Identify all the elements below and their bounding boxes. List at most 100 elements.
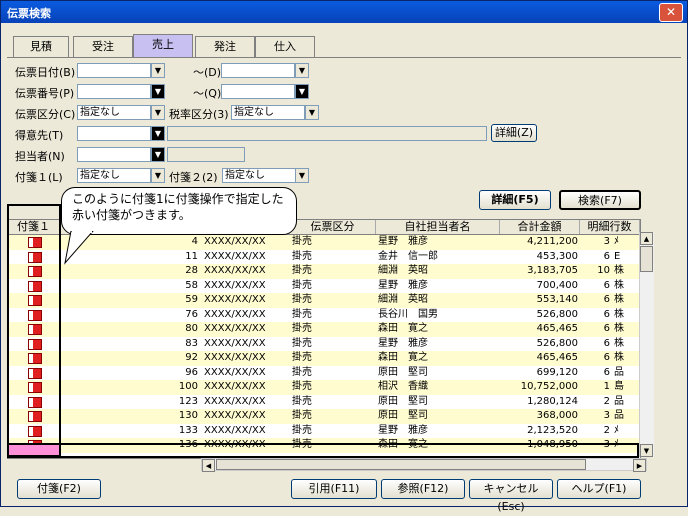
number-to-dropdown[interactable]: ▼ [295, 84, 309, 99]
row-staff: 原田 堅司 [378, 395, 428, 407]
header-tag1[interactable]: 付箋１ [8, 220, 60, 234]
search-f7-button[interactable]: 検索(F7) [559, 190, 641, 210]
close-button[interactable]: ✕ [659, 3, 683, 22]
table-row[interactable]: 59 XXXX/XX/XX 掛売 細淵 英昭 553,140 6 株 [8, 293, 640, 308]
staff-code-input[interactable] [77, 147, 151, 162]
row-staff: 森田 寛之 [378, 323, 428, 334]
date-to-input[interactable] [221, 63, 295, 78]
red-tag-icon[interactable] [28, 237, 42, 248]
detail-f5-button[interactable]: 詳細(F5) [479, 190, 551, 210]
row-extra: 株 [614, 308, 624, 320]
table-row[interactable]: 123 XXXX/XX/XX 掛売 原田 堅司 1,280,124 2 品 [8, 395, 640, 410]
tax-dropdown[interactable]: ▼ [305, 105, 319, 120]
scroll-left-arrow[interactable]: ◀ [202, 459, 215, 472]
horizontal-scrollbar[interactable]: ◀ ▶ [201, 458, 647, 472]
tab-order[interactable]: 受注 [73, 36, 133, 57]
number-to-input[interactable] [221, 84, 295, 99]
tag1-select[interactable]: 指定なし [77, 168, 151, 183]
row-lines: 6 [603, 337, 610, 349]
number-from-input[interactable] [77, 84, 151, 99]
tag2-label: 付箋２(2) [169, 171, 218, 184]
row-amount: 3,183,705 [527, 265, 578, 276]
tab-purchase-order[interactable]: 発注 [195, 36, 255, 57]
vertical-scrollbar[interactable]: ▲ ▼ [639, 232, 654, 457]
header-kind[interactable]: 伝票区分 [290, 220, 376, 234]
customer-dropdown[interactable]: ▼ [151, 126, 165, 141]
number-from-dropdown[interactable]: ▼ [151, 84, 165, 99]
kind-label: 伝票区分(C) [15, 108, 76, 121]
row-staff: 長谷川 国男 [378, 308, 438, 320]
scroll-up-arrow[interactable]: ▲ [640, 232, 653, 245]
results-grid[interactable]: 付箋１ 伝票区分 自社担当者名 合計金額 明細行数 4 XXXX/XX/XX 掛売星… [7, 219, 641, 459]
table-row[interactable]: 28 XXXX/XX/XX 掛売 細淵 英昭 3,183,705 10 株 [8, 264, 640, 279]
reference-f12-button[interactable]: 参照(F12) [381, 479, 465, 499]
red-tag-icon[interactable] [28, 382, 42, 393]
table-row[interactable]: 83 XXXX/XX/XX 掛売 星野 雅彦 526,800 6 株 [8, 337, 640, 352]
header-amount[interactable]: 合計金額 [500, 220, 580, 234]
red-tag-icon[interactable] [28, 338, 42, 350]
table-row[interactable]: 92 XXXX/XX/XX 掛売 森田 寛之 465,465 6 株 [8, 351, 640, 366]
row-date: XXXX/XX/XX [204, 366, 266, 378]
scroll-right-arrow[interactable]: ▶ [633, 459, 646, 472]
row-staff: 森田 寛之 [378, 352, 428, 363]
table-row[interactable]: 130 XXXX/XX/XX 掛売 原田 堅司 368,000 3 品 [8, 409, 640, 424]
red-tag-icon[interactable] [28, 411, 42, 422]
red-tag-icon[interactable] [28, 309, 42, 321]
table-row[interactable]: 58 XXXX/XX/XX 掛売 星野 雅彦 700,400 6 株 [8, 279, 640, 294]
table-row[interactable]: 80 XXXX/XX/XX 掛売 森田 寛之 465,465 6 株 [8, 322, 640, 337]
red-tag-icon[interactable] [28, 367, 42, 379]
row-kind: 掛売 [292, 294, 312, 305]
help-f1-button[interactable]: ヘルプ(F1) [557, 479, 641, 499]
row-number: 58 [185, 279, 198, 291]
vertical-scroll-thumb[interactable] [640, 246, 653, 272]
red-tag-icon[interactable] [28, 353, 42, 364]
selected-tag-cell [9, 444, 61, 457]
customer-name-field [167, 126, 487, 141]
tag2-dropdown[interactable]: ▼ [295, 168, 309, 183]
date-from-input[interactable] [77, 63, 151, 78]
row-date: XXXX/XX/XX [204, 279, 266, 291]
row-kind: 掛売 [292, 279, 312, 291]
tab-sales[interactable]: 売上 [133, 34, 193, 57]
row-number: 136 [178, 439, 198, 450]
tab-estimate[interactable]: 見積 [13, 36, 69, 57]
red-tag-icon[interactable] [28, 251, 42, 263]
red-tag-icon[interactable] [28, 396, 42, 408]
row-staff: 細淵 英昭 [378, 265, 428, 276]
red-tag-icon[interactable] [28, 280, 42, 292]
table-row[interactable]: 4 XXXX/XX/XX 掛売 星野 雅彦 4,211,200 3 ﾒ [8, 235, 640, 250]
table-row[interactable]: 76 XXXX/XX/XX 掛売 長谷川 国男 526,800 6 株 [8, 308, 640, 323]
table-row[interactable]: 11 XXXX/XX/XX 掛売 金井 信一郎 453,300 6 E [8, 250, 640, 265]
tab-divider [7, 57, 681, 58]
date-to-dropdown[interactable]: ▼ [295, 63, 309, 78]
red-tag-icon[interactable] [28, 295, 42, 306]
staff-dropdown[interactable]: ▼ [151, 147, 165, 162]
tag1-dropdown[interactable]: ▼ [151, 168, 165, 183]
table-row[interactable]: 133 XXXX/XX/XX 掛売 星野 雅彦 2,123,520 2 ﾒ [8, 424, 640, 439]
kind-select[interactable]: 指定なし [77, 105, 151, 120]
table-row[interactable]: 100 XXXX/XX/XX 掛売 相沢 香織 10,752,000 1 島 [8, 380, 640, 395]
customer-detail-button[interactable]: 詳細(Z) [491, 124, 537, 142]
customer-code-input[interactable] [77, 126, 151, 141]
horizontal-scroll-thumb[interactable] [216, 459, 586, 470]
red-tag-icon[interactable] [28, 266, 42, 277]
scroll-down-arrow[interactable]: ▼ [640, 444, 653, 457]
tag-f2-button[interactable]: 付箋(F2) [17, 479, 101, 499]
table-row[interactable]: 96 XXXX/XX/XX 掛売 原田 堅司 699,120 6 品 [8, 366, 640, 381]
table-row[interactable]: 136 XXXX/XX/XX 掛売 森田 寛之 1,048,950 3 ﾒ [8, 438, 640, 453]
kind-dropdown[interactable]: ▼ [151, 105, 165, 120]
tax-select[interactable]: 指定なし [231, 105, 305, 120]
cancel-esc-button[interactable]: キャンセル(Esc) [469, 479, 553, 513]
date-from-dropdown[interactable]: ▼ [151, 63, 165, 78]
red-tag-icon[interactable] [28, 425, 42, 437]
red-tag-icon[interactable] [28, 324, 42, 335]
row-date: XXXX/XX/XX [204, 265, 266, 276]
tab-purchase[interactable]: 仕入 [255, 36, 315, 57]
header-lines[interactable]: 明細行数 [580, 220, 640, 234]
row-amount: 699,120 [536, 366, 578, 378]
quote-f11-button[interactable]: 引用(F11) [291, 479, 377, 499]
header-staff[interactable]: 自社担当者名 [376, 220, 500, 234]
row-amount: 526,800 [536, 308, 578, 320]
row-staff: 細淵 英昭 [378, 294, 428, 305]
tag2-select[interactable]: 指定なし [222, 168, 296, 183]
